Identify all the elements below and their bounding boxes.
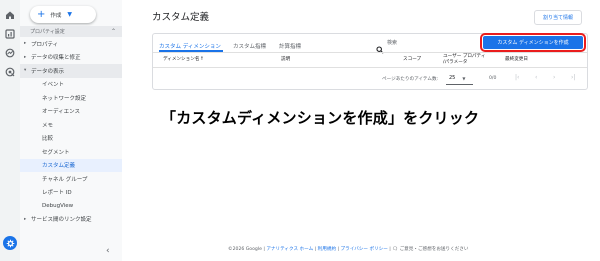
tab-custom-dimensions[interactable]: カスタム ディメンション [159,42,221,50]
sidebar-item-label: データの収集と修正 [31,55,81,62]
sidebar-item-label: オーディエンス [42,109,81,116]
sidebar-item-network-settings[interactable]: ネットワーク設定 [20,91,122,105]
previous-page-icon[interactable]: ‹ [535,74,537,81]
sidebar-item-data-display[interactable]: ▾ データの表示 [20,64,122,78]
send-feedback-link[interactable]: | 🗨 ご意見・ご感想をお送りください [388,247,468,252]
next-page-icon[interactable]: › [553,74,555,81]
caret-right-icon: ▸ [24,54,27,60]
column-header-label: ユーザー プロパティ [443,54,486,59]
sidebar: + 作成 ▼ プロパティ設定 ⌃ ▸ プロパティ ▸ データの収集と修正 ▾ デ… [20,0,122,261]
sidebar-item-label: データの表示 [31,68,65,75]
sidebar-item-label: プロパティ [31,41,59,48]
sidebar-section-property-settings[interactable]: プロパティ設定 ⌃ [20,26,122,37]
create-button[interactable]: + 作成 ▼ [30,6,96,23]
divider [153,67,587,68]
rows-per-page-select[interactable]: 25 ▼ [446,72,473,85]
advertising-icon[interactable] [5,67,15,77]
column-header-description: 説明 [281,57,291,62]
sidebar-item-debugview[interactable]: DebugView [20,199,122,213]
terms-link[interactable]: 利用規約 [318,247,336,252]
tab-custom-metrics[interactable]: カスタム指標 [233,42,266,50]
collapse-sidebar-icon[interactable]: ‹ [106,246,110,256]
sidebar-item-data-collection[interactable]: ▸ データの収集と修正 [20,51,122,65]
search-input[interactable] [387,38,467,48]
sidebar-item-segments[interactable]: セグメント [20,145,122,159]
search-icon [376,39,384,54]
left-icon-rail [0,0,20,261]
sidebar-section-label: プロパティ設定 [30,29,65,35]
create-button-label: 作成 [50,12,62,19]
column-header-user-property: ユーザー プロパティ /パラメータ [443,54,485,65]
rows-per-page-value: 25 [449,75,456,81]
column-header-dimension-name[interactable]: ディメンション名 🠕 [163,56,204,63]
sidebar-item-label: ネットワーク設定 [42,95,87,102]
pagination-range: 0/0 [489,76,497,81]
column-header-label: ディメンション名 [163,57,200,62]
sidebar-item-label: 比較 [42,136,54,143]
sidebar-item-label: レポート ID [42,190,72,197]
chevron-down-icon: ▼ [462,75,466,81]
sidebar-item-comparisons[interactable]: 比較 [20,132,122,146]
gear-icon[interactable] [3,236,17,250]
sidebar-item-property[interactable]: ▸ プロパティ [20,37,122,51]
rows-per-page-label: ページあたりのアイテム数: [382,77,439,82]
sidebar-item-audiences[interactable]: オーディエンス [20,105,122,119]
custom-definitions-card: カスタム ディメンション カスタム指標 計算指標 カスタム ディメンションを作成… [152,33,588,90]
sidebar-item-label: メモ [42,122,54,129]
sidebar-item-product-links[interactable]: ▸ サービス間のリンク設定 [20,213,122,227]
last-page-icon[interactable]: ›| [571,74,575,81]
divider [153,52,587,53]
create-custom-dimension-button[interactable]: カスタム ディメンションを作成 [480,33,586,52]
home-icon[interactable] [5,10,15,20]
caret-right-icon: ▸ [24,41,27,47]
sidebar-nav: プロパティ設定 ⌃ ▸ プロパティ ▸ データの収集と修正 ▾ データの表示 イ… [20,26,122,226]
column-header-label: /パラメータ [443,59,468,65]
quota-info-button[interactable]: 割り当て情報 [534,10,582,25]
sidebar-item-label: イベント [42,82,65,89]
analytics-home-link[interactable]: アナリティクス ホーム [266,247,313,252]
column-header-scope: スコープ [403,57,422,62]
tab-calculated-metrics[interactable]: 計算指標 [279,42,301,50]
sidebar-item-label: サービス間のリンク設定 [31,217,92,224]
explore-icon[interactable] [5,48,15,58]
column-header-last-changed: 最終変更日 [505,57,528,62]
footer-copyright: ©2026 Google | [228,247,267,252]
caret-right-icon: ▸ [24,216,27,222]
caret-down-icon: ▾ [24,68,27,74]
sidebar-item-label: DebugView [42,202,74,209]
privacy-policy-link[interactable]: プライバシー ポリシー [341,247,388,252]
plus-icon: + [37,8,46,20]
instruction-caption: 「カスタムディメンションを作成」をクリック [161,109,480,127]
chevron-up-icon[interactable]: ⌃ [111,28,116,35]
sidebar-item-reporting-identity[interactable]: レポート ID [20,186,122,200]
footer: ©2026 Google | アナリティクス ホーム | 利用規約 | プライバ… [228,246,469,252]
sidebar-item-label: チャネル グループ [42,176,88,183]
page-title: カスタム定義 [152,12,210,23]
sidebar-item-events[interactable]: イベント [20,78,122,92]
chevron-down-icon: ▼ [67,11,73,18]
sort-arrow-up-icon: 🠕 [200,56,204,62]
sidebar-item-channel-groups[interactable]: チャネル グループ [20,172,122,186]
first-page-icon[interactable]: |‹ [515,74,519,81]
reports-icon[interactable] [5,29,15,39]
sidebar-item-label: カスタム定義 [42,163,76,170]
sidebar-item-label: セグメント [42,149,70,156]
sidebar-item-notes[interactable]: メモ [20,118,122,132]
sidebar-item-custom-definitions[interactable]: カスタム定義 [20,158,122,172]
